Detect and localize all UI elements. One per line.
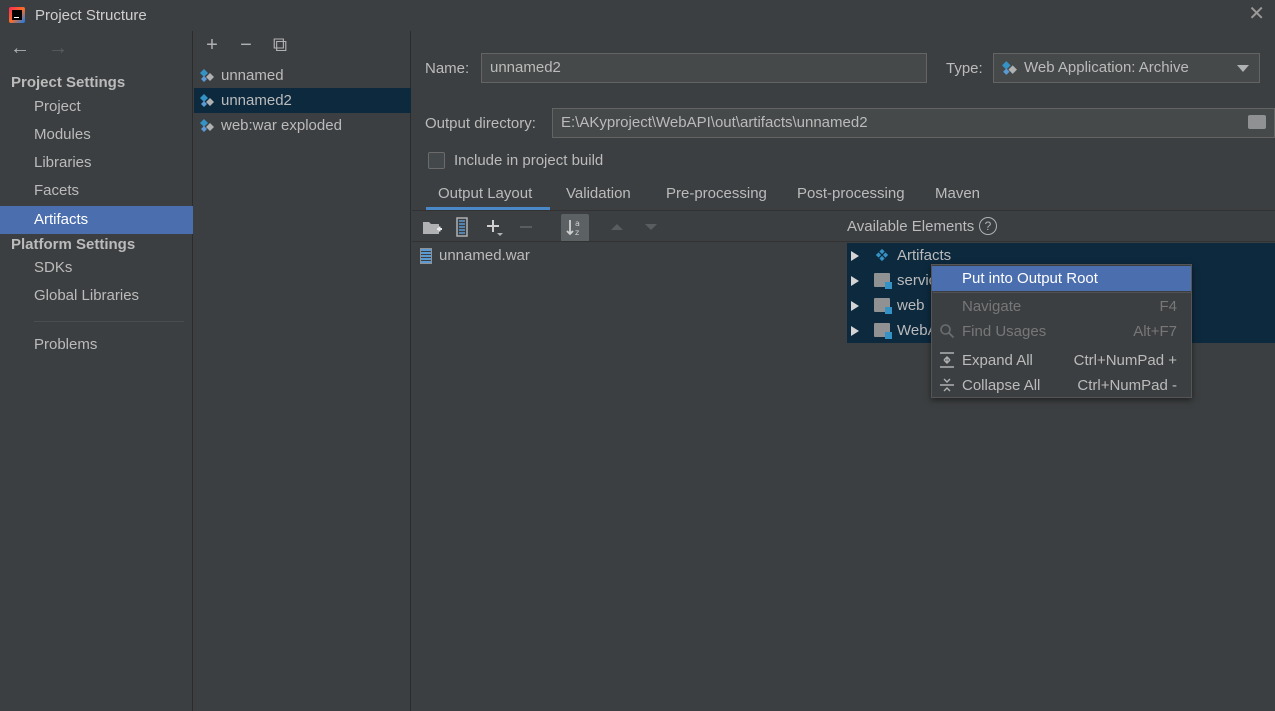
- menu-item-put-into-output-root[interactable]: Put into Output Root: [932, 266, 1191, 291]
- tab-output-layout[interactable]: Output Layout: [438, 185, 532, 202]
- settings-sidebar: ← → Project Settings Project Modules Lib…: [0, 31, 193, 711]
- artifact-item-unnamed[interactable]: unnamed: [194, 63, 411, 88]
- remove-element-icon[interactable]: [514, 215, 538, 239]
- type-label: Type:: [946, 60, 983, 77]
- sidebar-item-sdks[interactable]: SDKs: [0, 254, 193, 282]
- menu-item-shortcut: Ctrl+NumPad +: [1073, 352, 1177, 369]
- sidebar-item-global-libraries[interactable]: Global Libraries: [0, 282, 193, 310]
- name-label: Name:: [425, 60, 470, 77]
- menu-separator: [933, 292, 1192, 293]
- expand-triangle-icon[interactable]: [851, 326, 859, 336]
- tab-post-processing[interactable]: Post-processing: [797, 185, 905, 202]
- menu-item-label: Put into Output Root: [962, 270, 1098, 287]
- tab-validation[interactable]: Validation: [566, 185, 631, 202]
- artifacts-list-pane: + − ⧉ unnamed unnamed2 web:war exploded: [194, 31, 411, 711]
- artifact-label: web:war exploded: [221, 117, 342, 134]
- add-icon[interactable]: +: [202, 34, 222, 57]
- window-title: Project Structure: [35, 7, 147, 24]
- menu-item-label: Find Usages: [962, 323, 1047, 340]
- sidebar-divider: [34, 321, 184, 322]
- sidebar-item-problems[interactable]: Problems: [0, 331, 193, 359]
- search-icon: [940, 324, 955, 339]
- artifact-label: unnamed2: [221, 92, 292, 109]
- project-settings-heading: Project Settings: [11, 74, 126, 91]
- menu-item-label: Navigate: [962, 298, 1022, 315]
- module-folder-icon: [874, 298, 892, 314]
- include-in-build-label: Include in project build: [454, 152, 604, 169]
- output-directory-label: Output directory:: [425, 115, 536, 132]
- artifacts-toolbar: + − ⧉: [202, 34, 290, 57]
- intellij-app-icon: [9, 7, 25, 23]
- forward-arrow-icon[interactable]: →: [48, 37, 68, 60]
- browse-folder-icon[interactable]: [1248, 115, 1266, 129]
- expand-triangle-icon[interactable]: [851, 301, 859, 311]
- tab-pre-processing[interactable]: Pre-processing: [666, 185, 767, 202]
- output-layout-root[interactable]: unnamed.war: [418, 245, 530, 267]
- sidebar-item-modules[interactable]: Modules: [0, 121, 193, 149]
- platform-settings-heading: Platform Settings: [11, 236, 136, 253]
- svg-text:z: z: [575, 228, 579, 237]
- menu-item-label: Collapse All: [962, 377, 1041, 394]
- output-directory-field[interactable]: E:\AKyproject\WebAPI\out\artifacts\unnam…: [552, 108, 1275, 138]
- svg-text:a: a: [575, 219, 580, 228]
- menu-item-navigate[interactable]: Navigate F4: [932, 294, 1191, 319]
- artifact-item-web-war-exploded[interactable]: web:war exploded: [194, 113, 411, 138]
- menu-item-shortcut: Alt+F7: [1133, 323, 1177, 340]
- move-up-icon[interactable]: [605, 215, 629, 239]
- create-archive-icon[interactable]: [450, 215, 474, 239]
- sidebar-item-project[interactable]: Project: [0, 93, 193, 121]
- sort-elements-icon[interactable]: a z: [561, 214, 589, 242]
- help-icon[interactable]: ?: [979, 217, 997, 235]
- web-artifact-icon: [1002, 61, 1017, 75]
- menu-item-expand-all[interactable]: Expand All Ctrl+NumPad +: [932, 348, 1191, 373]
- menu-item-label: Expand All: [962, 352, 1033, 369]
- sidebar-item-libraries[interactable]: Libraries: [0, 149, 193, 177]
- collapse-all-icon: [940, 378, 954, 392]
- sidebar-item-facets[interactable]: Facets: [0, 177, 193, 205]
- artifacts-icon: [875, 248, 889, 262]
- menu-item-shortcut: F4: [1159, 298, 1177, 315]
- nav-arrows: ← →: [10, 37, 68, 60]
- title-bar: Project Structure ✕: [0, 0, 1275, 31]
- include-in-build-checkbox[interactable]: [428, 152, 445, 169]
- copy-icon[interactable]: ⧉: [270, 34, 290, 57]
- menu-item-find-usages[interactable]: Find Usages Alt+F7: [932, 319, 1191, 344]
- sidebar-item-artifacts[interactable]: Artifacts: [0, 206, 193, 234]
- output-directory-value: E:\AKyproject\WebAPI\out\artifacts\unnam…: [561, 114, 868, 131]
- remove-icon[interactable]: −: [236, 34, 256, 57]
- artifact-item-unnamed2[interactable]: unnamed2: [194, 88, 411, 113]
- module-folder-icon: [874, 323, 892, 339]
- toolbar-divider: [412, 241, 1275, 242]
- available-elements-label: Available Elements: [847, 218, 975, 235]
- expand-all-icon: [940, 352, 954, 368]
- war-archive-icon: [420, 248, 432, 264]
- type-value: Web Application: Archive: [1024, 59, 1189, 76]
- expand-triangle-icon[interactable]: [851, 251, 859, 261]
- tab-maven[interactable]: Maven: [935, 185, 980, 202]
- web-artifact-icon: [200, 94, 214, 107]
- move-down-icon[interactable]: [639, 215, 663, 239]
- expand-triangle-icon[interactable]: [851, 276, 859, 286]
- menu-item-collapse-all[interactable]: Collapse All Ctrl+NumPad -: [932, 373, 1191, 398]
- create-directory-icon[interactable]: [420, 215, 444, 239]
- name-field[interactable]: unnamed2: [481, 53, 927, 83]
- tabs-divider: [412, 210, 1275, 211]
- back-arrow-icon[interactable]: ←: [10, 37, 30, 60]
- artifact-label: unnamed: [221, 67, 284, 84]
- chevron-down-icon: [1237, 65, 1249, 72]
- menu-item-shortcut: Ctrl+NumPad -: [1077, 377, 1177, 394]
- available-item-label: web: [897, 297, 925, 314]
- close-icon[interactable]: ✕: [1248, 4, 1265, 24]
- web-artifact-icon: [200, 119, 214, 132]
- context-menu: Put into Output Root Navigate F4 Find Us…: [931, 264, 1192, 398]
- output-layout-root-label: unnamed.war: [439, 247, 530, 264]
- add-copy-of-icon[interactable]: [482, 215, 506, 239]
- module-folder-icon: [874, 273, 892, 289]
- type-dropdown[interactable]: Web Application: Archive: [993, 53, 1260, 83]
- web-artifact-icon: [200, 69, 214, 82]
